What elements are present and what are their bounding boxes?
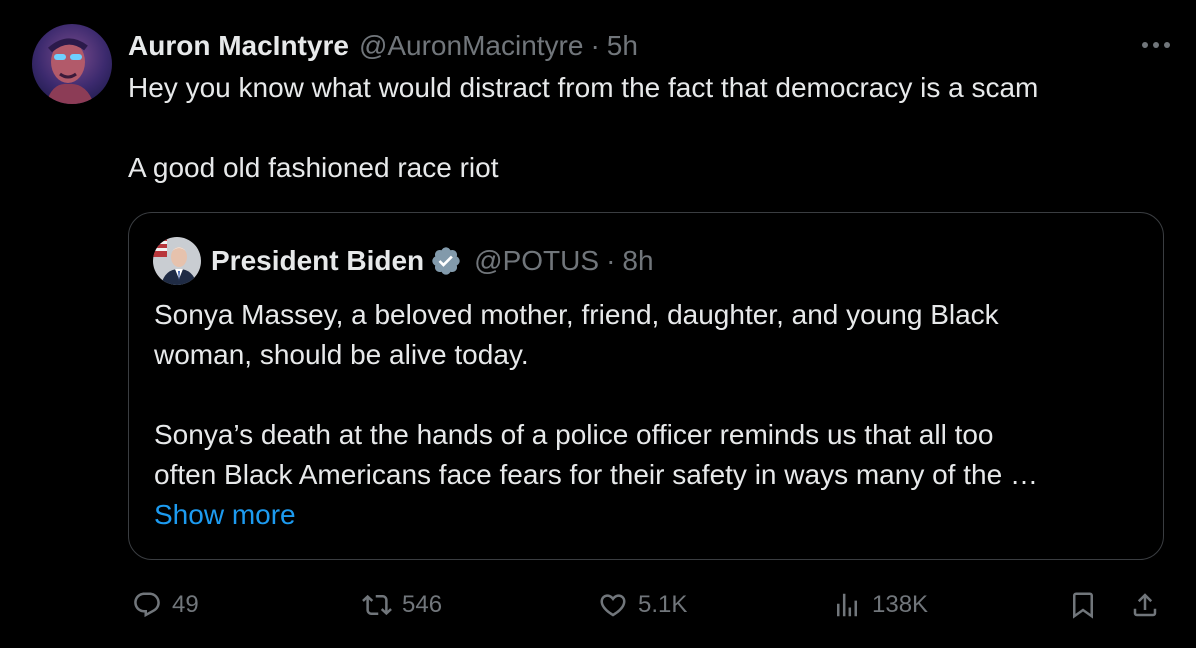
like-count: 5.1K xyxy=(638,591,688,618)
quoted-text-line: Sonya Massey, a beloved mother, friend, … xyxy=(154,299,999,330)
author-avatar[interactable] xyxy=(32,24,112,104)
separator-dot: · xyxy=(606,245,616,276)
share-button[interactable] xyxy=(1130,588,1160,622)
quoted-tweet-timestamp[interactable]: 8h xyxy=(622,245,653,277)
more-horizontal-icon xyxy=(1140,40,1172,50)
like-button[interactable]: 5.1K xyxy=(598,588,687,622)
tweet: Auron MacIntyre @AuronMacintyre · 5h Hey… xyxy=(0,0,1196,648)
quoted-text-line: often Black Americans face fears for the… xyxy=(154,459,1038,490)
retweet-button[interactable]: 546 xyxy=(362,588,442,622)
quoted-tweet-text: Sonya Massey, a beloved mother, friend, … xyxy=(154,295,1144,535)
quoted-tweet-header: President Biden @POTUS · 8h xyxy=(211,241,654,281)
show-more-link[interactable]: Show more xyxy=(154,495,1144,535)
quoted-tweet-card[interactable]: President Biden @POTUS · 8h Sonya Massey… xyxy=(128,212,1164,560)
share-icon xyxy=(1130,590,1160,620)
tweet-text: Hey you know what would distract from th… xyxy=(128,68,1168,188)
quoted-author-avatar[interactable] xyxy=(153,237,201,285)
retweet-count: 546 xyxy=(402,591,443,618)
heart-icon xyxy=(598,590,628,620)
author-handle[interactable]: @AuronMacintyre xyxy=(359,30,584,62)
tweet-text-line: A good old fashioned race riot xyxy=(128,152,499,183)
action-bar: 49 546 5.1K 138K xyxy=(0,580,1196,630)
reply-button[interactable]: 49 xyxy=(132,588,199,622)
bookmark-button[interactable] xyxy=(1068,588,1098,622)
more-options-button[interactable] xyxy=(1136,30,1176,60)
tweet-timestamp[interactable]: 5h xyxy=(607,30,638,62)
author-display-name[interactable]: Auron MacIntyre xyxy=(128,30,349,62)
tweet-text-line: Hey you know what would distract from th… xyxy=(128,72,1039,103)
retweet-icon xyxy=(362,590,392,620)
quoted-author-display-name[interactable]: President Biden xyxy=(211,245,424,277)
tweet-header: Auron MacIntyre @AuronMacintyre · 5h xyxy=(128,26,638,66)
views-button[interactable]: 138K xyxy=(832,588,928,622)
quoted-text-line: Sonya’s death at the hands of a police o… xyxy=(154,419,994,450)
views-count: 138K xyxy=(872,591,929,618)
verified-badge-icon[interactable] xyxy=(430,245,462,277)
quoted-author-handle[interactable]: @POTUS xyxy=(474,245,599,277)
quoted-text-line: woman, should be alive today. xyxy=(154,339,529,370)
separator-dot: · xyxy=(590,30,600,61)
reply-icon xyxy=(132,590,162,620)
bookmark-icon xyxy=(1068,590,1098,620)
views-icon xyxy=(832,590,862,620)
reply-count: 49 xyxy=(172,591,199,618)
